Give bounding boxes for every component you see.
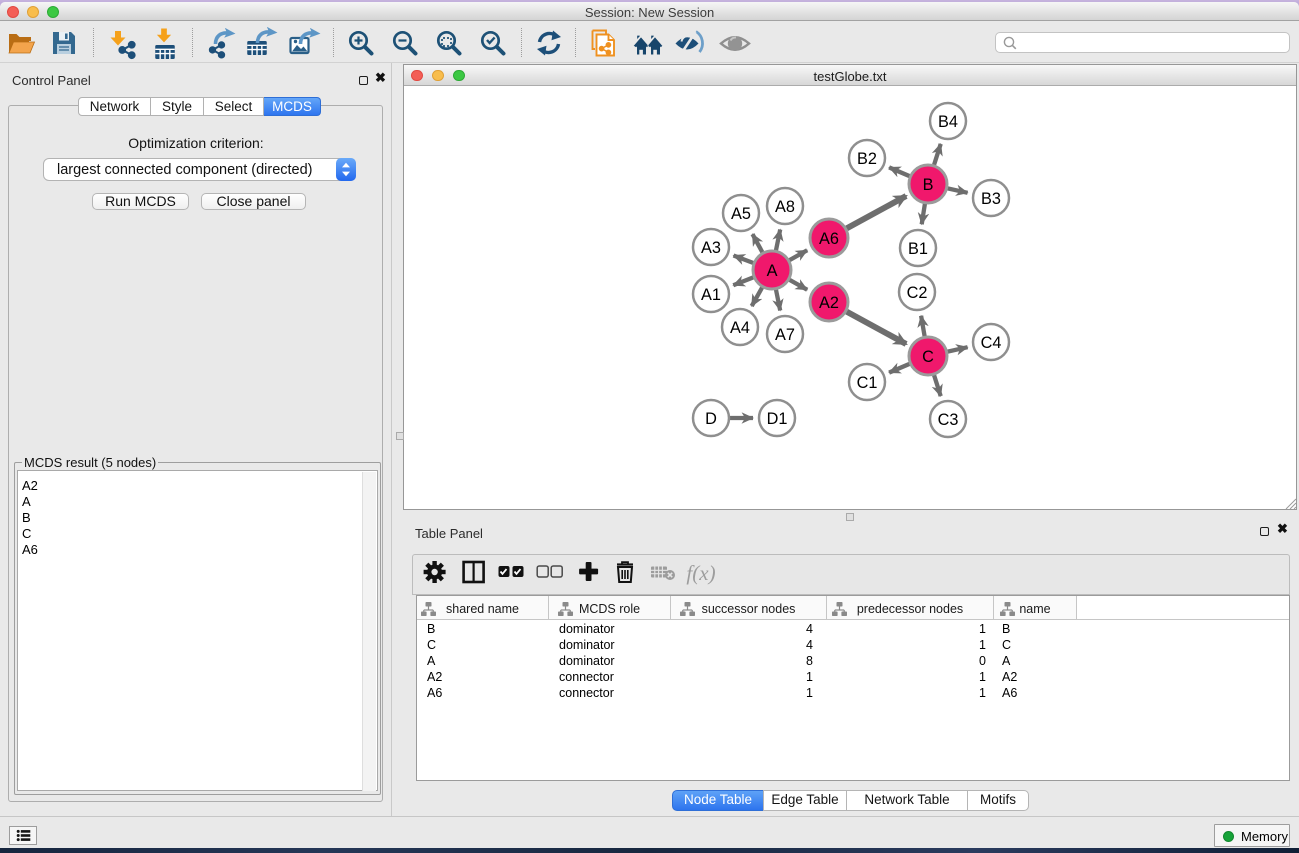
svg-text:B3: B3 bbox=[981, 190, 1001, 208]
svg-text:A: A bbox=[767, 262, 778, 280]
svg-text:B: B bbox=[923, 176, 934, 194]
svg-text:A4: A4 bbox=[730, 319, 750, 337]
svg-text:B1: B1 bbox=[908, 240, 928, 258]
svg-text:D: D bbox=[705, 410, 717, 428]
svg-text:A1: A1 bbox=[701, 286, 721, 304]
svg-text:C4: C4 bbox=[981, 334, 1002, 352]
svg-text:C: C bbox=[922, 348, 934, 366]
svg-text:C2: C2 bbox=[907, 284, 928, 302]
svg-text:A3: A3 bbox=[701, 239, 721, 257]
svg-text:A7: A7 bbox=[775, 326, 795, 344]
svg-text:A6: A6 bbox=[819, 230, 839, 248]
svg-text:B2: B2 bbox=[857, 150, 877, 168]
svg-text:B4: B4 bbox=[938, 113, 958, 131]
svg-text:C1: C1 bbox=[857, 374, 878, 392]
svg-text:A2: A2 bbox=[819, 294, 839, 312]
svg-text:D1: D1 bbox=[767, 410, 788, 428]
svg-text:f(x): f(x) bbox=[686, 561, 715, 585]
svg-text:C3: C3 bbox=[938, 411, 959, 429]
svg-text:A8: A8 bbox=[775, 198, 795, 216]
svg-text:A5: A5 bbox=[731, 205, 751, 223]
